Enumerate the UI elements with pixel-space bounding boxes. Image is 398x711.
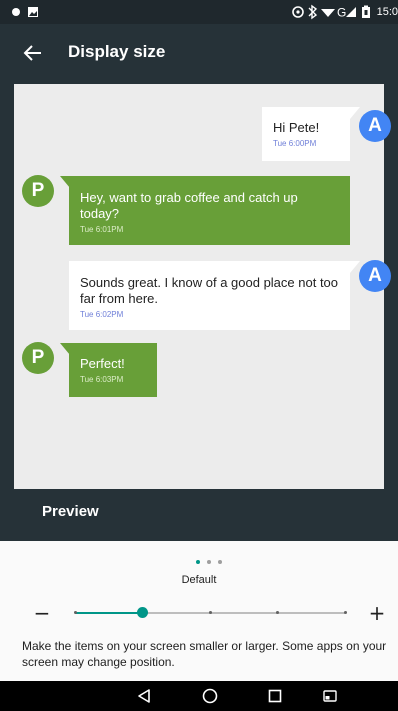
- battery-icon: [361, 5, 370, 18]
- message-bubble-received: Perfect! Tue 6:03PM: [69, 343, 157, 397]
- preview-label: Preview: [42, 503, 99, 520]
- cast-icon[interactable]: [322, 688, 338, 704]
- message-text: Perfect!: [80, 356, 125, 371]
- message-text: Hey, want to grab coffee and catch up to…: [80, 190, 298, 221]
- page-indicator: [196, 560, 229, 566]
- slider-thumb[interactable]: [137, 607, 148, 618]
- notification-dot-icon: [12, 8, 20, 16]
- back-triangle-icon[interactable]: [136, 688, 152, 704]
- avatar: A: [359, 110, 391, 142]
- image-notification-icon: [28, 7, 38, 17]
- slider-fill: [75, 612, 143, 614]
- message-bubble-sent: Sounds great. I know of a good place not…: [69, 261, 350, 330]
- wifi-icon: [320, 9, 335, 17]
- message-text: Hi Pete!: [273, 120, 320, 135]
- message-text: Sounds great. I know of a good place not…: [80, 275, 339, 306]
- avatar: A: [359, 260, 391, 292]
- data-saver-icon: [291, 6, 304, 18]
- message-bubble-sent: Hi Pete! Tue 6:00PM: [262, 107, 350, 161]
- svg-text:G: G: [337, 6, 346, 20]
- navigation-bar: [0, 681, 398, 711]
- decrease-size-button[interactable]: −: [30, 601, 54, 625]
- size-label: Default: [181, 574, 217, 586]
- avatar: P: [22, 342, 54, 374]
- slider-tick: [208, 611, 212, 614]
- slider-tick: [73, 611, 77, 614]
- message-time: Tue 6:00PM: [273, 139, 317, 148]
- message-bubble-received: Hey, want to grab coffee and catch up to…: [69, 176, 350, 245]
- app-bar: Display size: [0, 24, 398, 84]
- avatar: P: [22, 175, 54, 207]
- display-size-slider[interactable]: [73, 601, 347, 625]
- arrow-left-icon[interactable]: [22, 42, 44, 64]
- page-dot: [207, 560, 211, 564]
- bubble-tail: [350, 107, 360, 119]
- preview-area: Hi Pete! Tue 6:00PM A P Hey, want to gra…: [0, 84, 398, 489]
- page-dot: [218, 560, 222, 564]
- message-time: Tue 6:03PM: [80, 375, 124, 384]
- slider-tick: [343, 611, 347, 614]
- page-dot-active: [196, 560, 200, 564]
- display-size-controls: Default − + Make the items on your scree…: [0, 541, 398, 681]
- status-right-icons: G 15:0: [291, 4, 398, 20]
- message-time: Tue 6:01PM: [80, 225, 124, 234]
- description-text: Make the items on your screen smaller or…: [22, 639, 387, 669]
- home-circle-icon[interactable]: [202, 688, 218, 704]
- signal-icon: G: [337, 6, 356, 20]
- conversation-preview[interactable]: Hi Pete! Tue 6:00PM A P Hey, want to gra…: [14, 84, 391, 489]
- status-bar: G 15:0: [0, 0, 398, 24]
- bluetooth-icon: [308, 4, 317, 20]
- preview-label-bar: Preview: [0, 489, 398, 541]
- recents-square-icon[interactable]: [267, 688, 283, 704]
- increase-size-button[interactable]: +: [365, 601, 389, 625]
- page-title: Display size: [68, 42, 166, 61]
- slider-tick: [276, 611, 279, 614]
- message-time: Tue 6:02PM: [80, 310, 124, 319]
- status-time: 15:0: [376, 5, 398, 18]
- status-left-icons: [12, 7, 38, 17]
